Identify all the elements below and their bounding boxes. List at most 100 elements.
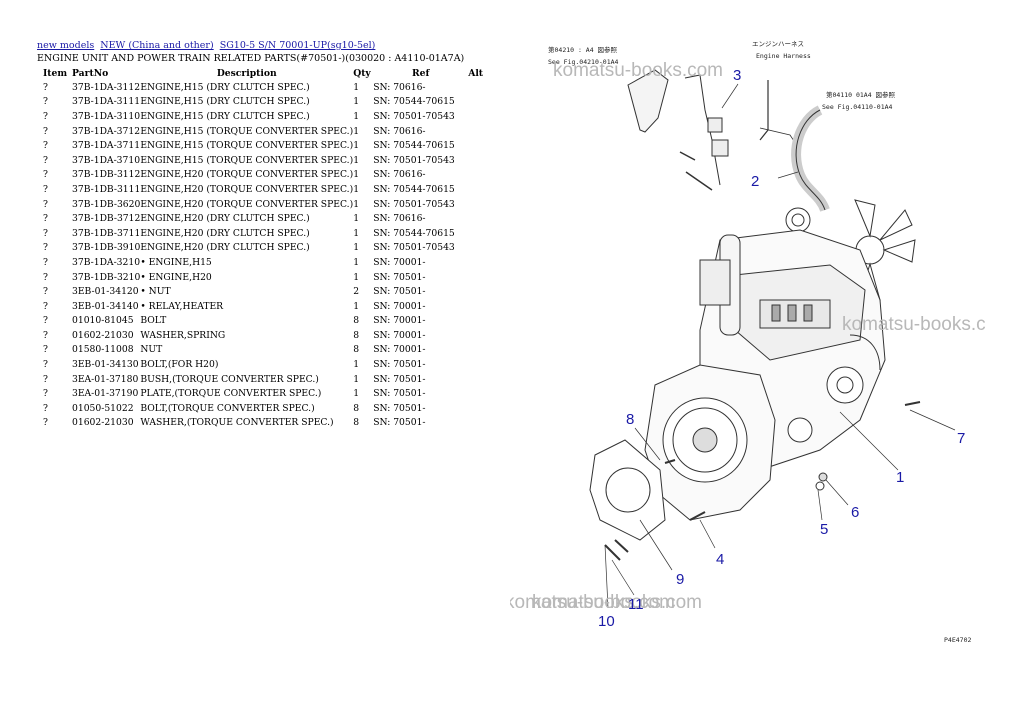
- table-row: ? 3EB-01-34140 • RELAY,HEATER 1 SN: 70001-: [37, 299, 508, 314]
- engine-diagram: 第04210 : A4 図参照 See Fig.04210-01A4 エンジンハ…: [510, 40, 986, 644]
- ref-cell: SN: 70544-70615: [373, 183, 455, 195]
- parts-table: Item PartNo Description Qty Ref Alt ? 37B…: [37, 66, 508, 430]
- item-cell: ?: [43, 81, 48, 93]
- callout-7: 7: [957, 430, 965, 447]
- qty-cell: 1: [353, 183, 360, 195]
- description-cell: ENGINE,H20 (DRY CLUTCH SPEC.): [140, 227, 310, 239]
- callout-1: 1: [896, 469, 904, 486]
- partno-cell: 37B-1DB-3910: [72, 242, 141, 254]
- callout-5: 5: [820, 521, 828, 538]
- qty-cell: 1: [353, 300, 360, 312]
- partno-cell: 01602-21030: [72, 417, 134, 429]
- partno-cell: 3EB-01-34130: [72, 359, 139, 371]
- description-cell: WASHER,(TORQUE CONVERTER SPEC.): [140, 417, 334, 429]
- alt-cell: [468, 343, 508, 358]
- ref-cell: SN: 70501-: [373, 286, 426, 298]
- partno-cell: 3EA-01-37190: [72, 388, 139, 400]
- description-cell: BOLT,(FOR H20): [140, 359, 219, 371]
- description-cell: ENGINE,H20 (TORQUE CONVERTER SPEC.): [140, 169, 354, 181]
- watermark-4: komatsu-books.com: [532, 592, 702, 613]
- alt-cell: [468, 284, 508, 299]
- alt-cell: [468, 226, 508, 241]
- partno-cell: 37B-1DA-3111: [72, 96, 141, 108]
- alt-cell: [468, 153, 508, 168]
- description-cell: ENGINE,H20 (TORQUE CONVERTER SPEC.): [140, 198, 354, 210]
- ref-cell: SN: 70501-: [373, 388, 426, 400]
- partno-cell: 01010-81045: [72, 315, 134, 327]
- table-row: ? 37B-1DA-3711 ENGINE,H15 (TORQUE CONVERTE…: [37, 138, 508, 153]
- qty-cell: 1: [353, 213, 360, 225]
- partno-cell: 3EB-01-34140: [72, 300, 139, 312]
- description-cell: • ENGINE,H20: [140, 271, 212, 283]
- qty-cell: 1: [353, 81, 360, 93]
- description-cell: ENGINE,H20 (DRY CLUTCH SPEC.): [140, 242, 310, 254]
- ref-cell: SN: 70001-: [373, 329, 426, 341]
- callout-8: 8: [626, 411, 634, 428]
- alt-cell: [468, 255, 508, 270]
- item-cell: ?: [43, 402, 48, 414]
- partno-cell: 37B-1DA-3210: [72, 256, 141, 268]
- item-cell: ?: [43, 286, 48, 298]
- table-row: ? 37B-1DB-3711 ENGINE,H20 (DRY CLUTCH SPEC…: [37, 226, 508, 241]
- breadcrumb-link-new-models[interactable]: new models: [37, 40, 94, 51]
- qty-cell: 1: [353, 388, 360, 400]
- alt-cell: [468, 416, 508, 431]
- alt-cell: [468, 109, 508, 124]
- qty-cell: 8: [353, 344, 360, 356]
- ref-cell: SN: 70501-70543: [373, 110, 455, 122]
- qty-cell: 1: [353, 140, 360, 152]
- callout-9: 9: [676, 571, 684, 588]
- watermark-1: komatsu-books.com: [553, 60, 723, 81]
- table-row: ? 37B-1DB-3910 ENGINE,H20 (DRY CLUTCH SPEC…: [37, 241, 508, 256]
- note-jp-right: 第04110 01A4 図参照: [826, 90, 896, 99]
- table-row: ? 37B-1DB-3210 • ENGINE,H20 1 SN: 70501-: [37, 270, 508, 285]
- item-cell: ?: [43, 125, 48, 137]
- table-row: ? 3EB-01-34120 • NUT 2 SN: 70501-: [37, 284, 508, 299]
- description-cell: NUT: [140, 344, 163, 356]
- table-row: ? 01602-21030 WASHER,SPRING 8 SN: 70001-: [37, 328, 508, 343]
- item-cell: ?: [43, 329, 48, 341]
- partno-cell: 37B-1DA-3711: [72, 140, 141, 152]
- note-jp-left: 第04210 : A4 図参照: [548, 45, 618, 54]
- alt-cell: [468, 372, 508, 387]
- alt-cell: [468, 197, 508, 212]
- table-row: ? 37B-1DB-3620 ENGINE,H20 (TORQUE CONVERTE…: [37, 197, 508, 212]
- qty-cell: 1: [353, 256, 360, 268]
- ref-cell: SN: 70616-: [373, 81, 426, 93]
- breadcrumb-link-new-china[interactable]: NEW (China and other): [100, 40, 213, 51]
- ref-cell: SN: 70501-: [373, 402, 426, 414]
- table-row: ? 01050-51022 BOLT,(TORQUE CONVERTER SPEC.…: [37, 401, 508, 416]
- relay-part: [707, 117, 723, 133]
- header-qty: Qty: [353, 67, 371, 79]
- partno-cell: 37B-1DA-3112: [72, 81, 141, 93]
- alt-cell: [468, 80, 508, 95]
- breadcrumb-link-model[interactable]: SG10-5 S/N 70001-UP(sg10-5el): [220, 40, 376, 51]
- table-row: ? 3EB-01-34130 BOLT,(FOR H20) 1 SN: 70501-: [37, 357, 508, 372]
- description-cell: • ENGINE,H15: [140, 256, 212, 268]
- item-cell: ?: [43, 417, 48, 429]
- alt-cell: [468, 299, 508, 314]
- ref-cell: SN: 70544-70615: [373, 227, 455, 239]
- item-cell: ?: [43, 183, 48, 195]
- hose-part: [791, 105, 830, 212]
- description-cell: BOLT,(TORQUE CONVERTER SPEC.): [140, 402, 315, 414]
- item-cell: ?: [43, 359, 48, 371]
- partno-cell: 37B-1DB-3711: [72, 227, 141, 239]
- description-cell: BUSH,(TORQUE CONVERTER SPEC.): [140, 373, 319, 385]
- header-ref: Ref: [411, 67, 430, 79]
- item-cell: ?: [43, 256, 48, 268]
- qty-cell: 1: [353, 169, 360, 181]
- ref-cell: SN: 70501-70543: [373, 242, 455, 254]
- callout-11: 11: [628, 596, 644, 613]
- ref-cell: SN: 70501-: [373, 417, 426, 429]
- page-title: ENGINE UNIT AND POWER TRAIN RELATED PART…: [37, 53, 465, 64]
- parts-table-body: ? 37B-1DA-3112 ENGINE,H15 (DRY CLUTCH SPEC…: [37, 80, 508, 430]
- ref-cell: SN: 70544-70615: [373, 96, 455, 108]
- item-cell: ?: [43, 96, 48, 108]
- alt-cell: [468, 124, 508, 139]
- table-row: ? 37B-1DA-3112 ENGINE,H15 (DRY CLUTCH SPEC…: [37, 80, 508, 95]
- item-cell: ?: [43, 271, 48, 283]
- alt-cell: [468, 314, 508, 329]
- item-cell: ?: [43, 388, 48, 400]
- qty-cell: 1: [353, 154, 360, 166]
